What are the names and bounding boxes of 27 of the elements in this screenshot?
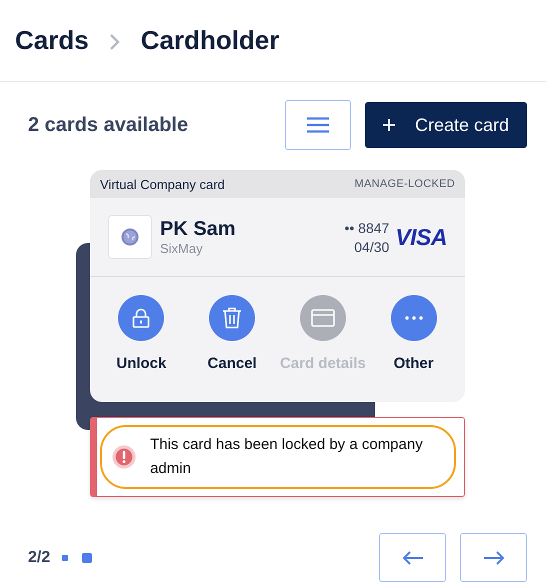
page-indicator: 2/2 xyxy=(28,548,50,566)
card-type: Virtual Company card xyxy=(100,176,225,192)
expiry-date: 04/30 xyxy=(354,238,390,254)
card-action[interactable]: Cancel xyxy=(189,295,276,372)
card-network: VISA xyxy=(395,224,447,250)
card-icon xyxy=(310,309,335,327)
more-icon xyxy=(404,316,423,320)
arrow-right-icon xyxy=(482,550,504,564)
page-title: Cardholder xyxy=(140,25,280,56)
card-number: •• 8847 xyxy=(344,220,390,236)
card-status: MANAGE-LOCKED xyxy=(354,178,455,190)
arrow-left-icon xyxy=(402,550,424,564)
chevron-icon xyxy=(108,32,121,50)
company-name: SixMay xyxy=(160,241,204,256)
warning-icon xyxy=(112,444,136,470)
alert-message: This card has been locked by a company admin xyxy=(150,435,424,479)
lock-icon xyxy=(132,308,150,328)
card-count: 2 cards available xyxy=(28,114,190,136)
plus-icon xyxy=(382,119,395,131)
card-action[interactable]: Other xyxy=(370,295,457,372)
create-card-button[interactable]: Create card xyxy=(365,102,527,148)
menu-button[interactable] xyxy=(285,100,351,150)
trash-icon xyxy=(222,307,242,329)
cardholder-name: PK Sam xyxy=(160,218,237,241)
menu-icon xyxy=(307,117,329,133)
card-action[interactable]: Unlock xyxy=(98,295,184,372)
breadcrumb-item[interactable]: Cards xyxy=(15,25,89,56)
